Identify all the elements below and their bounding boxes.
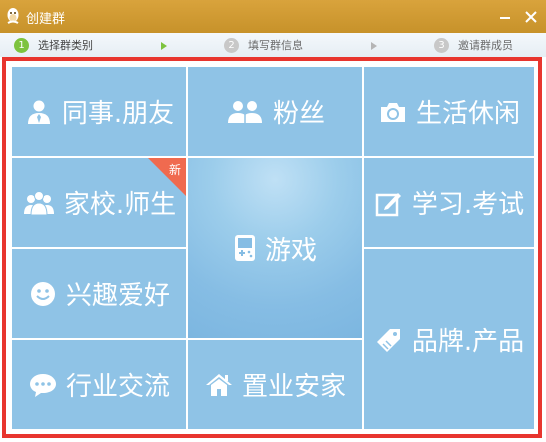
person-tie-icon xyxy=(27,100,50,124)
step-number: 1 xyxy=(14,37,29,53)
category-label: 同事.朋友 xyxy=(61,99,175,129)
price-tag-icon xyxy=(376,329,400,352)
close-icon xyxy=(525,11,537,23)
category-tile-industry[interactable]: 行业交流 xyxy=(12,340,186,429)
minimize-icon xyxy=(500,17,510,19)
step-label: 填写群信息 xyxy=(248,39,303,52)
category-tile-housing[interactable]: 置业安家 xyxy=(188,340,362,429)
category-label: 粉丝 xyxy=(272,99,325,129)
step-label: 邀请群成员 xyxy=(458,39,513,52)
category-tile-fans[interactable]: 粉丝 xyxy=(188,67,362,156)
step-arrow-icon xyxy=(371,42,377,50)
category-label: 行业交流 xyxy=(65,372,170,402)
title-bar[interactable]: 创建群 xyxy=(0,0,546,33)
create-group-window: 创建群 1 选择群类别 2 填写群信息 3 邀请群成员 同事.朋友 粉丝 生活休… xyxy=(0,0,546,442)
group-people-icon xyxy=(23,190,54,215)
category-label: 置业安家 xyxy=(241,372,346,402)
category-label: 品牌.产品 xyxy=(411,326,525,357)
category-tile-school[interactable]: 家校.师生 新 xyxy=(12,158,186,247)
category-tile-hobbies[interactable]: 兴趣爱好 xyxy=(12,249,186,338)
gamepad-icon xyxy=(234,235,255,261)
house-icon xyxy=(205,373,232,396)
chat-bubble-icon xyxy=(29,373,56,397)
step-number: 3 xyxy=(434,37,449,53)
step-number: 2 xyxy=(224,37,239,53)
category-label: 兴趣爱好 xyxy=(65,281,170,311)
new-badge: 新 xyxy=(148,158,186,196)
step-bar: 1 选择群类别 2 填写群信息 3 邀请群成员 xyxy=(0,33,546,57)
two-people-icon xyxy=(227,100,262,123)
camera-icon xyxy=(380,102,405,122)
category-grid: 同事.朋友 粉丝 生活休闲 家校.师生 新 游戏 学习.考试 兴趣爱好 品牌.产… xyxy=(2,57,542,438)
category-tile-study[interactable]: 学习.考试 xyxy=(364,158,534,247)
minimize-button[interactable] xyxy=(495,7,515,27)
category-tile-brands[interactable]: 品牌.产品 xyxy=(364,249,534,429)
close-button[interactable] xyxy=(521,7,541,27)
category-label: 生活休闲 xyxy=(415,99,520,129)
step-2: 2 填写群信息 xyxy=(224,36,303,54)
category-tile-games[interactable]: 游戏 xyxy=(188,158,362,338)
category-tile-colleagues[interactable]: 同事.朋友 xyxy=(12,67,186,156)
new-badge-text: 新 xyxy=(169,162,181,177)
step-arrow-icon xyxy=(161,42,167,50)
step-label: 选择群类别 xyxy=(38,39,93,52)
edit-note-icon xyxy=(375,192,401,216)
step-3: 3 邀请群成员 xyxy=(434,36,513,54)
category-tile-leisure[interactable]: 生活休闲 xyxy=(364,67,534,156)
step-1: 1 选择群类别 xyxy=(14,36,93,54)
category-label: 学习.考试 xyxy=(411,190,525,220)
smiley-icon xyxy=(30,281,55,306)
qq-penguin-icon xyxy=(7,8,19,24)
window-title: 创建群 xyxy=(26,12,66,27)
category-label: 游戏 xyxy=(264,235,317,266)
